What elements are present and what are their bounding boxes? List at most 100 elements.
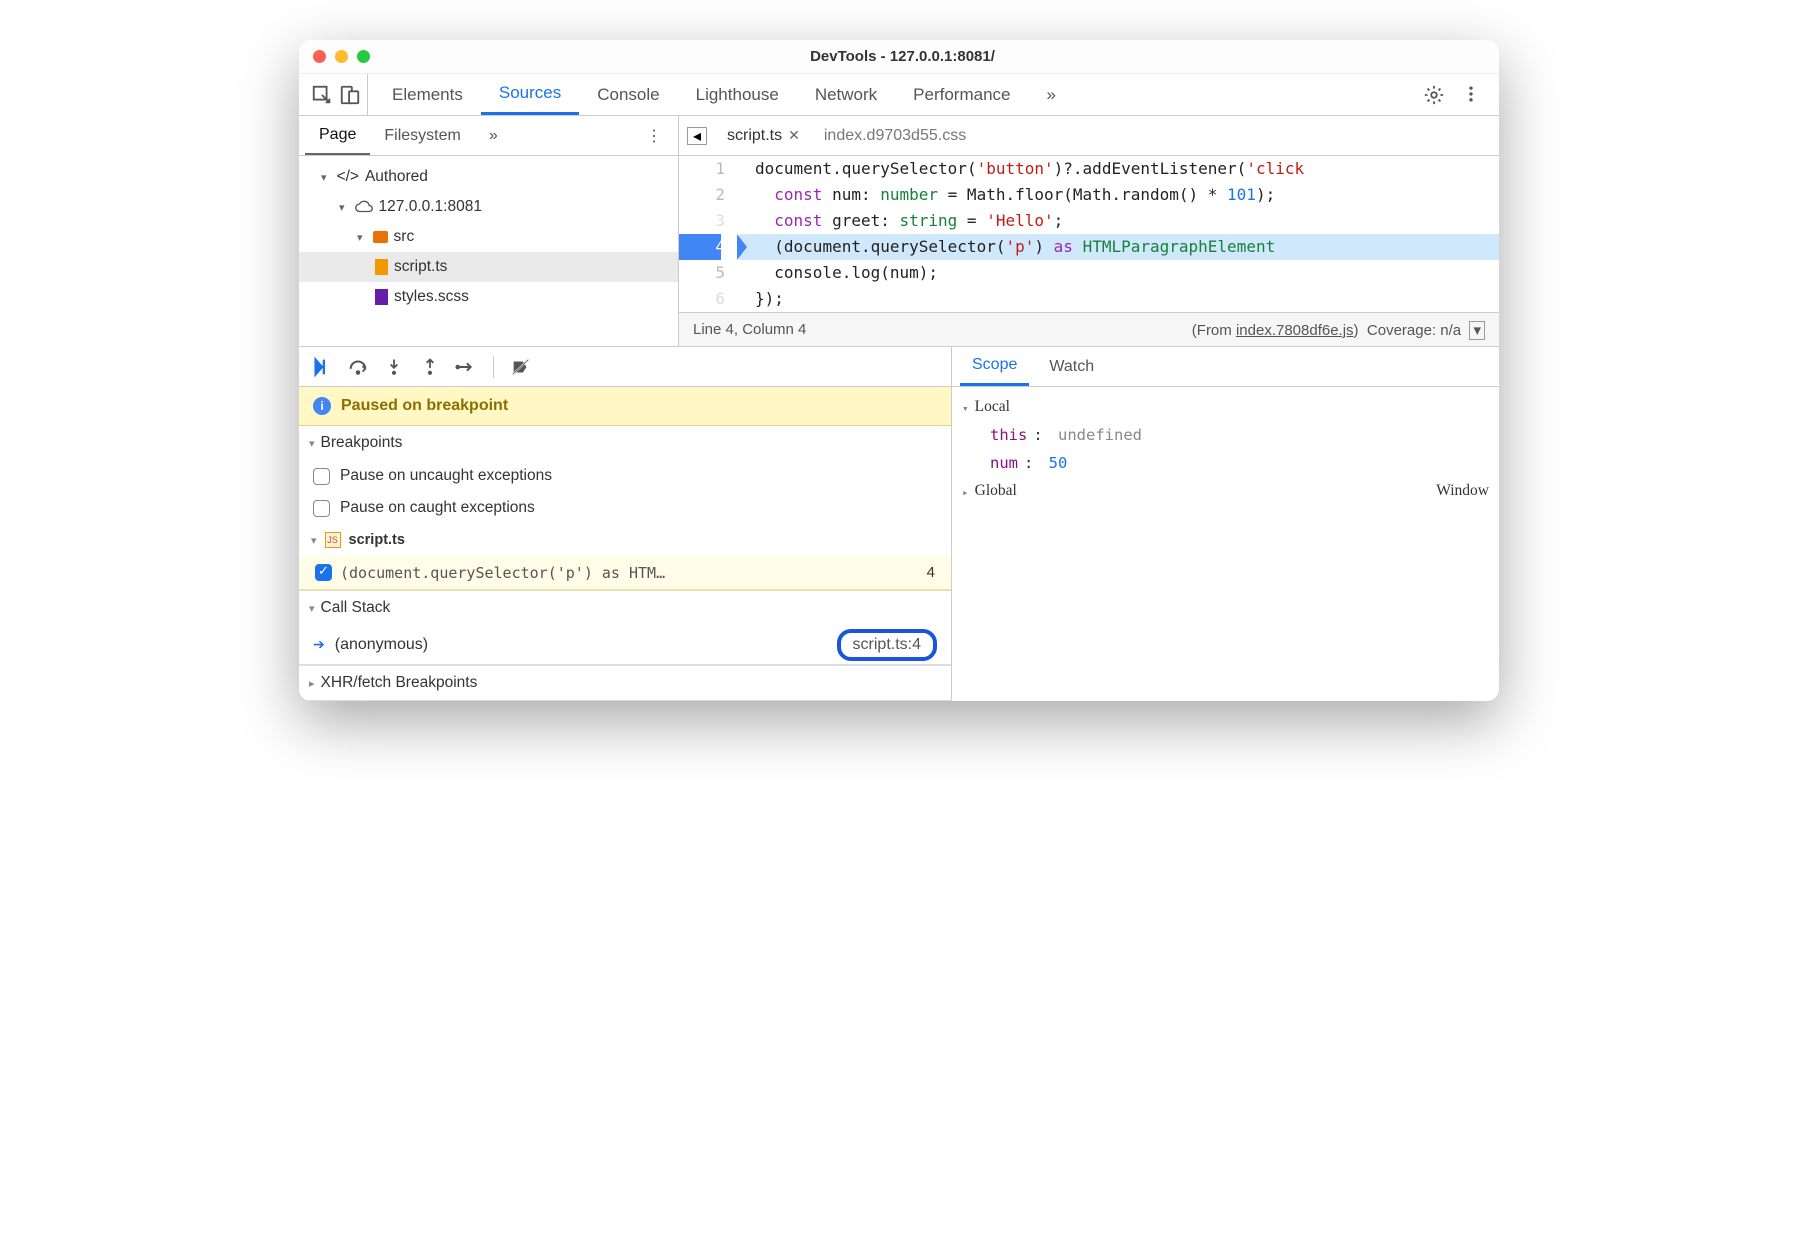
- gear-icon[interactable]: [1423, 84, 1445, 106]
- tree-folder-src[interactable]: src: [299, 222, 678, 252]
- current-frame-icon: ➔: [313, 636, 325, 653]
- frame-name: (anonymous): [335, 636, 428, 654]
- frame-location[interactable]: script.ts:4: [837, 629, 937, 661]
- source-map-info: (From index.7808df6e.js) Coverage: n/a ▾: [1192, 321, 1485, 339]
- section-header-callstack[interactable]: Call Stack: [299, 591, 951, 625]
- breakpoint-code: (document.querySelector('p') as HTM…: [340, 564, 917, 582]
- step-over-icon[interactable]: [345, 354, 371, 380]
- code-editor[interactable]: 1document.querySelector('button')?.addEv…: [679, 156, 1499, 312]
- debugger-left: i Paused on breakpoint Breakpoints Pause…: [299, 347, 952, 701]
- tree-label: 127.0.0.1:8081: [379, 198, 482, 216]
- resume-icon[interactable]: [309, 354, 335, 380]
- tree-authored[interactable]: </> Authored: [299, 162, 678, 192]
- scope-global[interactable]: GlobalWindow: [962, 477, 1489, 505]
- step-icon[interactable]: [453, 354, 479, 380]
- tree-label: script.ts: [394, 258, 447, 276]
- tab-lighthouse[interactable]: Lighthouse: [678, 74, 797, 115]
- main-toolbar: Elements Sources Console Lighthouse Netw…: [299, 74, 1499, 116]
- breakpoint-file-group[interactable]: ▾JSscript.ts: [299, 524, 951, 556]
- code-line[interactable]: 1document.querySelector('button')?.addEv…: [679, 156, 1499, 182]
- xhr-section: XHR/fetch Breakpoints: [299, 666, 951, 701]
- kebab-icon[interactable]: [1461, 84, 1483, 106]
- scope-tabs: Scope Watch: [952, 347, 1499, 387]
- nav-tab-page[interactable]: Page: [305, 116, 370, 155]
- window-title: DevTools - 127.0.0.1:8081/: [320, 48, 1485, 65]
- checkbox-checked[interactable]: [315, 564, 332, 581]
- code-line[interactable]: 4 (document.querySelector('p') as HTMLPa…: [679, 234, 1499, 260]
- pause-caught-row[interactable]: Pause on caught exceptions: [299, 492, 951, 524]
- file-tree: </> Authored 127.0.0.1:8081 src script.t…: [299, 156, 678, 318]
- tab-watch[interactable]: Watch: [1037, 347, 1106, 386]
- cloud-icon: [355, 200, 373, 214]
- file-tab-script[interactable]: script.ts ✕: [717, 116, 810, 155]
- editor-panel: ◂ script.ts ✕ index.d9703d55.css 1docume…: [679, 116, 1499, 346]
- navigator-tabs: Page Filesystem » ⋮: [299, 116, 678, 156]
- code-line[interactable]: 2 const num: number = Math.floor(Math.ra…: [679, 182, 1499, 208]
- checkbox[interactable]: [313, 500, 330, 517]
- tree-label: styles.scss: [394, 288, 469, 306]
- scope-var-this: this: undefined: [962, 421, 1489, 449]
- dropdown-icon[interactable]: ▾: [1469, 321, 1485, 340]
- scope-local[interactable]: Local: [962, 393, 1489, 421]
- step-out-icon[interactable]: [417, 354, 443, 380]
- code-brackets-icon: </>: [337, 168, 359, 186]
- js-badge-icon: JS: [325, 532, 341, 548]
- close-icon[interactable]: ✕: [788, 127, 800, 144]
- breakpoint-line: 4: [917, 564, 935, 581]
- scope-var-num: num: 50: [962, 449, 1489, 477]
- tab-elements[interactable]: Elements: [374, 74, 481, 115]
- code-line[interactable]: 3 const greet: string = 'Hello';: [679, 208, 1499, 234]
- nav-tab-filesystem[interactable]: Filesystem: [370, 116, 474, 155]
- code-line[interactable]: 5 console.log(num);: [679, 260, 1499, 286]
- source-map-link[interactable]: index.7808df6e.js: [1236, 322, 1354, 339]
- step-into-icon[interactable]: [381, 354, 407, 380]
- code-line[interactable]: 6});: [679, 286, 1499, 312]
- js-file-icon: [375, 259, 388, 275]
- tab-scope[interactable]: Scope: [960, 347, 1029, 386]
- tree-file-script[interactable]: script.ts: [299, 252, 678, 282]
- folder-icon: [373, 231, 388, 243]
- file-tab-label: index.d9703d55.css: [824, 127, 966, 145]
- scope-panel: Scope Watch Local this: undefined num: 5…: [952, 347, 1499, 701]
- tree-file-styles[interactable]: styles.scss: [299, 282, 678, 312]
- callstack-frame[interactable]: ➔ (anonymous) script.ts:4: [299, 625, 951, 665]
- separator: [493, 356, 494, 378]
- debugger-panel: i Paused on breakpoint Breakpoints Pause…: [299, 346, 1499, 701]
- pause-uncaught-row[interactable]: Pause on uncaught exceptions: [299, 460, 951, 492]
- nav-overflow[interactable]: »: [475, 116, 512, 155]
- pause-message: Paused on breakpoint: [341, 397, 508, 415]
- navigator-panel: Page Filesystem » ⋮ </> Authored 127.0.0…: [299, 116, 679, 346]
- info-icon: i: [313, 397, 331, 415]
- section-header-xhr[interactable]: XHR/fetch Breakpoints: [299, 666, 951, 700]
- devtools-window: DevTools - 127.0.0.1:8081/ Elements Sour…: [299, 40, 1499, 701]
- file-tab-css[interactable]: index.d9703d55.css: [814, 116, 976, 155]
- tabs-overflow[interactable]: »: [1029, 74, 1074, 115]
- section-header-breakpoints[interactable]: Breakpoints: [299, 426, 951, 460]
- breakpoint-row[interactable]: (document.querySelector('p') as HTM… 4: [299, 556, 951, 590]
- deactivate-breakpoints-icon[interactable]: [508, 354, 534, 380]
- breakpoints-section: Breakpoints Pause on uncaught exceptions…: [299, 426, 951, 591]
- nav-kebab-icon[interactable]: ⋮: [636, 126, 672, 146]
- inspect-icon[interactable]: [311, 84, 333, 106]
- checkbox[interactable]: [313, 468, 330, 485]
- tree-label: Authored: [365, 168, 428, 186]
- tab-performance[interactable]: Performance: [895, 74, 1028, 115]
- device-icon[interactable]: [339, 84, 361, 106]
- tree-label: src: [394, 228, 415, 246]
- debugger-toolbar: [299, 347, 951, 387]
- file-tabs: ◂ script.ts ✕ index.d9703d55.css: [679, 116, 1499, 156]
- tab-sources[interactable]: Sources: [481, 74, 579, 115]
- toggle-nav-icon[interactable]: ◂: [687, 127, 707, 145]
- tree-host[interactable]: 127.0.0.1:8081: [299, 192, 678, 222]
- editor-statusbar: Line 4, Column 4 (From index.7808df6e.js…: [679, 312, 1499, 346]
- callstack-section: Call Stack ➔ (anonymous) script.ts:4: [299, 591, 951, 666]
- panel-tabs: Elements Sources Console Lighthouse Netw…: [374, 74, 1413, 115]
- coverage-info: Coverage: n/a: [1367, 322, 1461, 339]
- tab-network[interactable]: Network: [797, 74, 895, 115]
- scope-body: Local this: undefined num: 50 GlobalWind…: [952, 387, 1499, 511]
- file-tab-label: script.ts: [727, 127, 782, 145]
- tab-console[interactable]: Console: [579, 74, 677, 115]
- pause-banner: i Paused on breakpoint: [299, 387, 951, 426]
- main-area: Page Filesystem » ⋮ </> Authored 127.0.0…: [299, 116, 1499, 346]
- cursor-position: Line 4, Column 4: [693, 321, 806, 338]
